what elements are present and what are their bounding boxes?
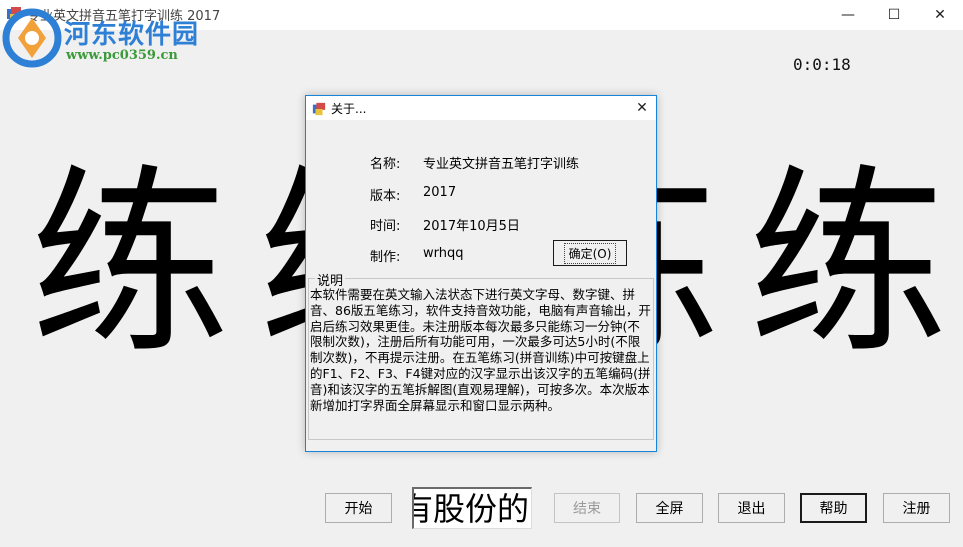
close-button[interactable]: ✕ <box>917 0 963 30</box>
watermark-site-name: 河东软件园 <box>64 20 200 50</box>
end-button[interactable]: 结束 <box>554 493 620 523</box>
time-value: 2017年10月5日 <box>423 219 520 234</box>
maximize-button[interactable]: ☐ <box>871 0 917 30</box>
close-icon: ✕ <box>934 7 946 23</box>
author-label: 制作: <box>370 250 401 265</box>
time-label: 时间: <box>370 219 401 234</box>
version-value: 2017 <box>423 185 457 200</box>
dialog-title-bar: 关于... ✕ <box>306 96 656 120</box>
exit-button[interactable]: 退出 <box>718 493 785 523</box>
dialog-title: 关于... <box>331 102 367 116</box>
practice-char: 练 <box>748 148 949 381</box>
fullscreen-button[interactable]: 全屏 <box>636 493 703 523</box>
maximize-icon: ☐ <box>887 7 901 23</box>
version-label: 版本: <box>370 189 401 204</box>
description-group: 说明 本软件需要在英文输入法状态下进行英文字母、数字键、拼音、86版五笔练习，软… <box>308 270 654 440</box>
watermark: 河东软件园 www.pc0359.cn <box>0 4 210 68</box>
dialog-close-button[interactable]: ✕ <box>628 96 656 120</box>
author-value: wrhqq <box>423 246 464 261</box>
minimize-button[interactable]: — <box>825 0 871 30</box>
about-dialog: 关于... ✕ 名称: 专业英文拼音五笔打字训练 版本: 2017 时间: 20… <box>305 95 657 452</box>
practice-char: 练 <box>30 148 231 381</box>
minimize-icon: — <box>841 7 855 23</box>
close-icon: ✕ <box>636 100 648 116</box>
typing-input[interactable]: 有股份的 <box>412 487 532 529</box>
register-button[interactable]: 注册 <box>883 493 950 523</box>
name-value: 专业英文拼音五笔打字训练 <box>423 157 580 172</box>
watermark-url: www.pc0359.cn <box>66 48 178 63</box>
typing-input-text: 有股份的 <box>412 490 529 528</box>
elapsed-timer: 0:0:18 <box>793 55 851 74</box>
ok-button[interactable]: 确定(O) <box>553 240 627 266</box>
description-text: 本软件需要在英文输入法状态下进行英文字母、数字键、拼音、86版五笔练习，软件支持… <box>310 287 651 413</box>
help-button[interactable]: 帮助 <box>800 493 867 523</box>
name-label: 名称: <box>370 157 401 172</box>
ok-button-label: 确定(O) <box>563 242 617 264</box>
dialog-app-icon <box>312 101 326 116</box>
start-button[interactable]: 开始 <box>325 493 392 523</box>
